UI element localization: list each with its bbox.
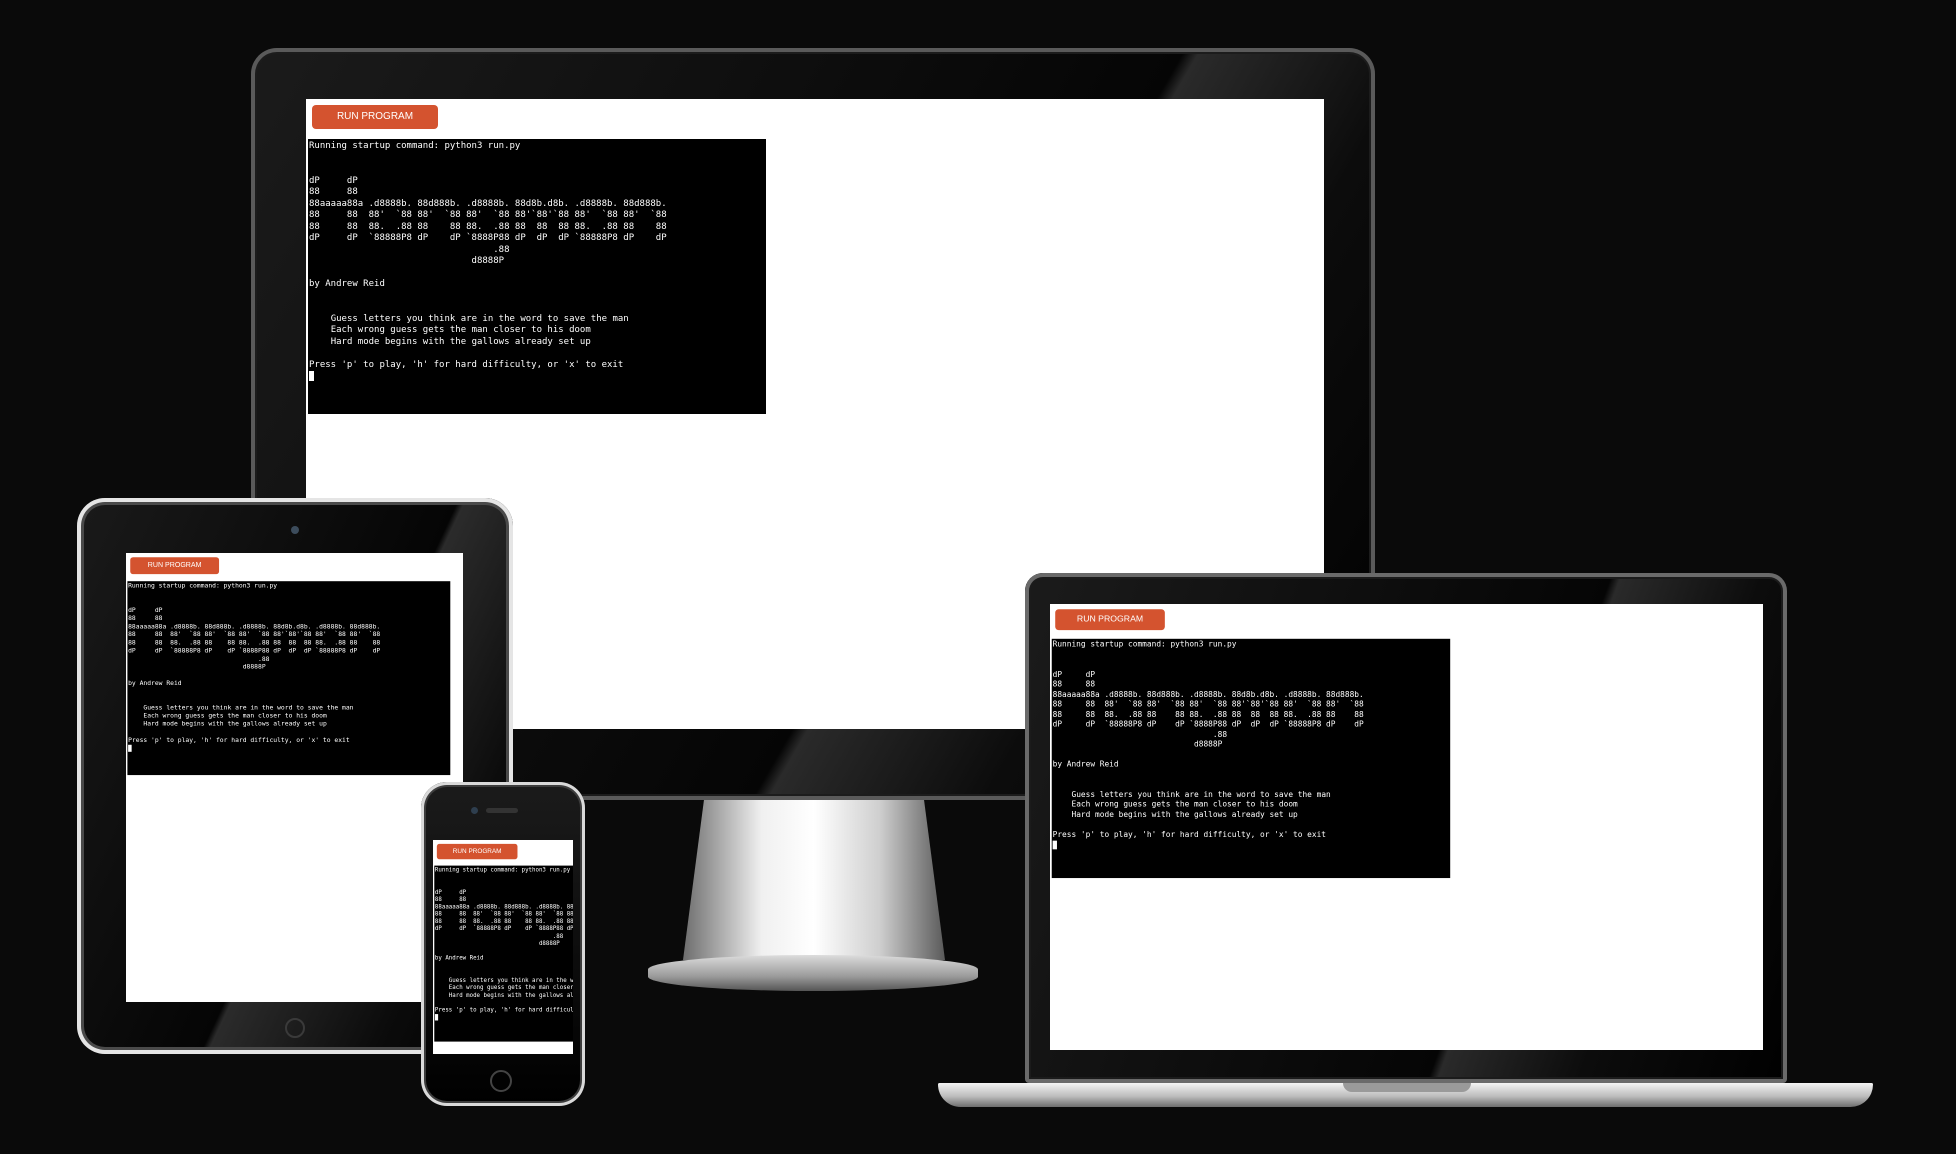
instruction-line: Each wrong guess gets the man closer to … <box>448 984 573 992</box>
instruction-line: Each wrong guess gets the man closer to … <box>330 325 591 335</box>
terminal-cursor <box>434 1014 439 1021</box>
logo-line: 88 88 88. .88 88 88 88. .88 88 88 88 88.… <box>128 639 381 647</box>
tablet-camera-icon <box>291 526 299 534</box>
run-program-button[interactable]: RUN PROGRAM <box>312 105 438 129</box>
logo-line: dP dP <box>1052 670 1096 680</box>
run-program-button[interactable]: RUN PROGRAM <box>1055 609 1165 631</box>
logo-line: 88 88 88. .88 88 88 88. .88 88 88 88 88.… <box>434 918 573 925</box>
phone-speaker <box>486 808 518 813</box>
logo-line: dP dP <box>309 175 358 186</box>
logo-line: 88 88 88. .88 88 88 88. .88 88 88 88 88.… <box>1052 710 1364 720</box>
startup-line: Running startup command: python3 run.py <box>434 866 571 874</box>
prompt-line: Press 'p' to play, 'h' for hard difficul… <box>434 1006 573 1014</box>
terminal-output: Running startup command: python3 run.py … <box>434 866 573 1024</box>
logo-line: .88 <box>434 933 564 940</box>
logo-line: 88 88 <box>1052 680 1096 690</box>
instruction-line: Each wrong guess gets the man closer to … <box>1071 800 1298 810</box>
tablet-home-button <box>285 1018 305 1038</box>
tablet-screen: RUN PROGRAM Running startup command: pyt… <box>126 553 463 1002</box>
terminal-output: Running startup command: python3 run.py … <box>308 139 766 387</box>
logo-line: dP dP `88888P8 dP dP `8888P88 dP dP dP `… <box>309 233 667 243</box>
logo-line: 88aaaaa88a .d8888b. 88d888b. .d8888b. 88… <box>1052 690 1364 700</box>
laptop-screen: RUN PROGRAM Running startup command: pyt… <box>1050 604 1763 1050</box>
prompt-line: Press 'p' to play, 'h' for hard difficul… <box>309 359 624 370</box>
author-line: by Andrew Reid <box>1052 760 1119 770</box>
logo-line: dP dP `88888P8 dP dP `8888P88 dP dP dP `… <box>434 925 573 933</box>
logo-line: 88 88 88' `88 88' `88 88' `88 88'`88'`88… <box>309 210 667 220</box>
instruction-line: Hard mode begins with the gallows alread… <box>143 720 327 728</box>
logo-line: 88 88 88' `88 88' `88 88' `88 88'`88'`88… <box>434 911 573 918</box>
monitor-stand-base <box>648 955 978 991</box>
logo-line: dP dP <box>128 606 163 614</box>
terminal-cursor <box>128 744 132 752</box>
prompt-line: Press 'p' to play, 'h' for hard difficul… <box>128 736 350 744</box>
terminal-window[interactable]: Running startup command: python3 run.py … <box>434 865 573 1042</box>
run-program-button[interactable]: RUN PROGRAM <box>130 557 220 575</box>
logo-line: 88 88 88. .88 88 88 88. .88 88 88 88 88.… <box>309 221 667 232</box>
logo-line: 88 88 <box>434 896 467 903</box>
logo-line: 88 88 88' `88 88' `88 88' `88 88'`88'`88… <box>1052 700 1364 710</box>
logo-line: .88 <box>1052 730 1228 740</box>
phone-home-button <box>490 1070 512 1092</box>
logo-line: d8888P <box>128 663 266 671</box>
run-program-button[interactable]: RUN PROGRAM <box>436 843 518 860</box>
startup-line: Running startup command: python3 run.py <box>128 582 278 590</box>
terminal-window[interactable]: Running startup command: python3 run.py … <box>127 581 451 776</box>
logo-line: 88 88 <box>309 187 358 197</box>
logo-line: .88 <box>309 244 510 255</box>
instruction-line: Guess letters you think are in the word … <box>448 977 573 984</box>
startup-line: Running startup command: python3 run.py <box>1052 640 1237 650</box>
instruction-line: Guess letters you think are in the word … <box>330 313 629 324</box>
phone-camera-icon <box>471 807 478 814</box>
author-line: by Andrew Reid <box>309 279 385 289</box>
author-line: by Andrew Reid <box>128 679 182 687</box>
phone-screen: RUN PROGRAM Running startup command: pyt… <box>433 840 573 1054</box>
logo-line: dP dP <box>434 888 467 896</box>
logo-line: d8888P <box>434 940 560 947</box>
instruction-line: Guess letters you think are in the word … <box>143 704 354 712</box>
prompt-line: Press 'p' to play, 'h' for hard difficul… <box>1052 830 1327 840</box>
instruction-line: Each wrong guess gets the man closer to … <box>143 712 327 720</box>
logo-line: 88aaaaa88a .d8888b. 88d888b. .d8888b. 88… <box>309 198 667 209</box>
logo-line: .88 <box>128 655 270 663</box>
logo-line: dP dP `88888P8 dP dP `8888P88 dP dP dP `… <box>1052 720 1364 730</box>
logo-line: d8888P <box>1052 740 1223 750</box>
terminal-output: Running startup command: python3 run.py … <box>1052 639 1450 854</box>
instruction-line: Hard mode begins with the gallows alread… <box>330 336 591 347</box>
logo-line: 88 88 88' `88 88' `88 88' `88 88'`88'`88… <box>128 631 381 639</box>
laptop-notch <box>1343 1083 1471 1092</box>
logo-line: 88aaaaa88a .d8888b. 88d888b. .d8888b. 88… <box>434 903 573 911</box>
logo-line: 88aaaaa88a .d8888b. 88d888b. .d8888b. 88… <box>128 623 381 631</box>
instruction-line: Hard mode begins with the gallows alread… <box>448 992 573 999</box>
terminal-output: Running startup command: python3 run.py … <box>127 581 450 755</box>
logo-line: 88 88 <box>128 615 163 623</box>
monitor-stand-neck <box>683 800 945 960</box>
terminal-window[interactable]: Running startup command: python3 run.py … <box>308 139 766 414</box>
terminal-cursor <box>309 371 314 381</box>
instruction-line: Hard mode begins with the gallows alread… <box>1071 810 1298 820</box>
terminal-cursor <box>1052 840 1057 850</box>
logo-line: d8888P <box>309 256 505 266</box>
author-line: by Andrew Reid <box>434 955 484 962</box>
startup-line: Running startup command: python3 run.py <box>309 141 521 151</box>
terminal-window[interactable]: Running startup command: python3 run.py … <box>1051 638 1451 879</box>
logo-line: dP dP `88888P8 dP dP `8888P88 dP dP dP `… <box>128 647 381 655</box>
instruction-line: Guess letters you think are in the word … <box>1071 790 1331 800</box>
